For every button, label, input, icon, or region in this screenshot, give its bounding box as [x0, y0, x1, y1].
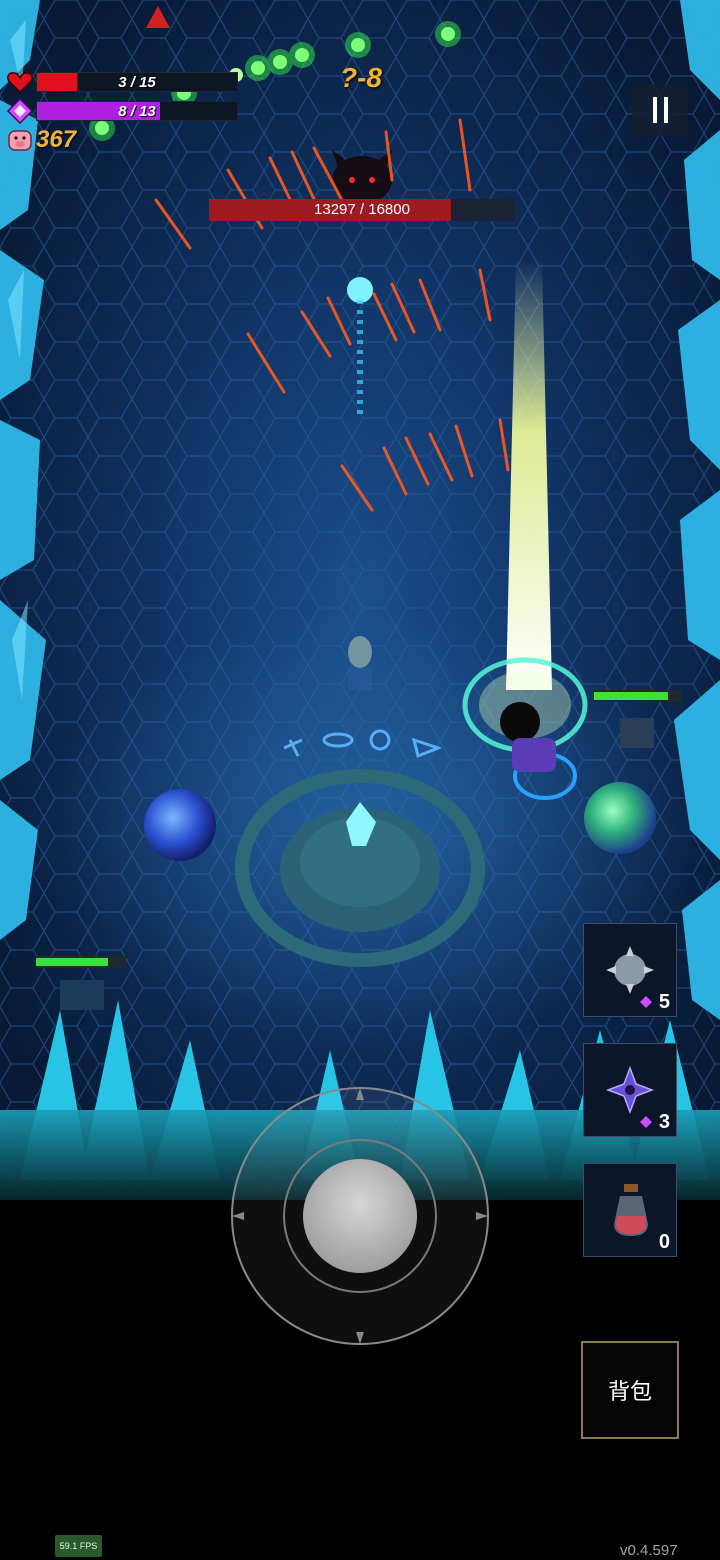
enemy-health-bar: [594, 690, 682, 702]
inventory-bag-button[interactable]: 背包: [581, 1341, 679, 1439]
coin-count: 367: [36, 126, 77, 153]
bag-label: 背包: [607, 1379, 652, 1404]
skill-count: 0: [658, 1231, 670, 1253]
mana-bar: 8 / 13: [36, 101, 238, 121]
boss-health-text: 13297 / 16800: [314, 201, 410, 218]
hp-row: 3 / 15: [6, 68, 238, 96]
mana-text: 8 / 13: [118, 103, 156, 120]
mana-row: 8 / 13: [6, 97, 238, 125]
enemy-health-fill: [36, 958, 108, 966]
version-label: v0.4.597: [620, 1542, 678, 1559]
boss-health-bar: 13297 / 16800: [209, 199, 515, 221]
pause-icon-bar: [663, 97, 668, 123]
joystick-knob[interactable]: [303, 1159, 417, 1273]
piggy-bank-icon: [8, 130, 32, 151]
fps-counter: 59.1 FPS: [55, 1535, 102, 1557]
skill-count: 3: [658, 1111, 670, 1133]
hp-text: 3 / 15: [118, 74, 156, 91]
pause-icon: [652, 97, 657, 123]
mana-gem-icon: [640, 996, 652, 1008]
skill-slot-spiked-orb[interactable]: 5: [583, 923, 677, 1017]
heart-icon: [7, 72, 33, 94]
coin-row: 367: [6, 126, 76, 154]
mana-gem-icon: [640, 1116, 652, 1128]
enemy-health-bar: [36, 956, 126, 968]
skill-count: 5: [658, 991, 670, 1013]
stage-label: ?-8: [340, 62, 382, 93]
pause-button[interactable]: [632, 84, 688, 136]
skill-slot-shuriken[interactable]: 3: [583, 1043, 677, 1137]
enemy-health-fill: [594, 692, 668, 700]
hp-bar: 3 / 15: [36, 72, 238, 92]
skill-slot-health-potion[interactable]: 0: [583, 1163, 677, 1257]
game-scene: [0, 0, 720, 1560]
mana-gem-icon: [6, 97, 34, 125]
